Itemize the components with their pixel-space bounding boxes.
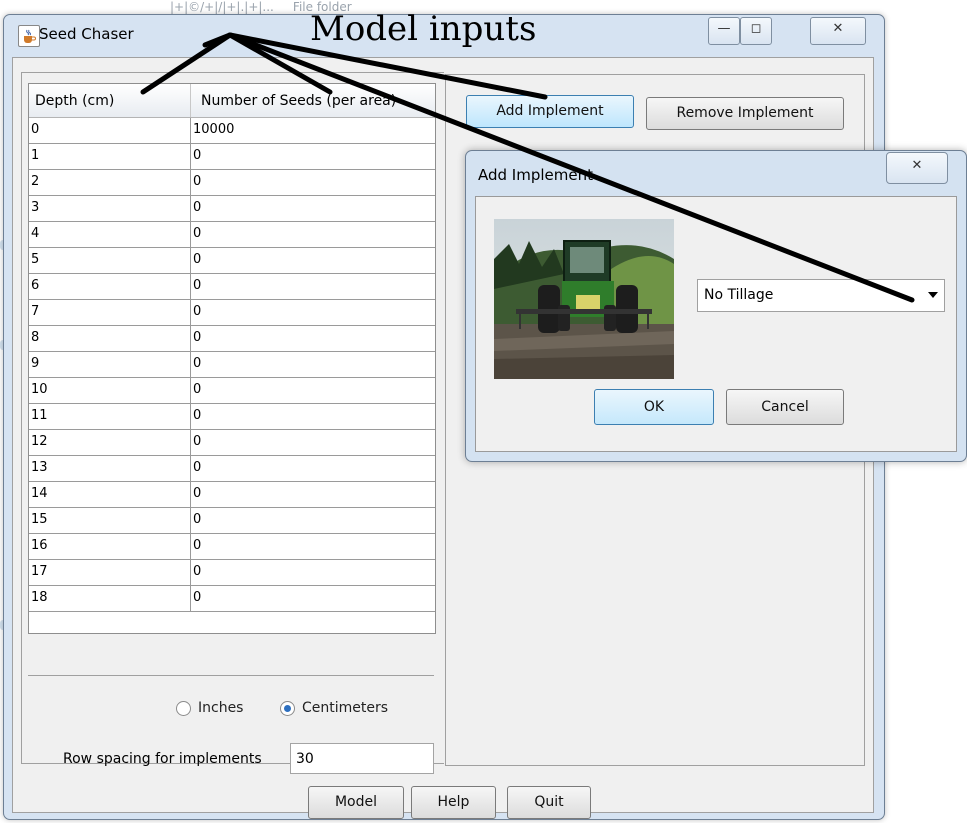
seeds-cell[interactable]: 0 bbox=[191, 430, 435, 455]
seeds-cell[interactable]: 0 bbox=[191, 404, 435, 429]
column-header-seeds[interactable]: Number of Seeds (per area) bbox=[191, 84, 435, 117]
seeds-cell[interactable]: 0 bbox=[191, 560, 435, 585]
depth-cell[interactable]: 5 bbox=[29, 248, 191, 273]
seeds-cell[interactable]: 0 bbox=[191, 196, 435, 221]
depth-cell[interactable]: 17 bbox=[29, 560, 191, 585]
options-box: Inches Centimeters Row spacing for imple… bbox=[28, 675, 434, 774]
maximize-button[interactable]: ◻ bbox=[740, 17, 772, 45]
depth-cell[interactable]: 3 bbox=[29, 196, 191, 221]
implement-select-value: No Tillage bbox=[704, 287, 774, 303]
table-row[interactable]: 30 bbox=[29, 196, 435, 222]
seeds-cell[interactable]: 0 bbox=[191, 326, 435, 351]
table-row[interactable]: 17 0 bbox=[29, 560, 435, 586]
maximize-icon: ◻ bbox=[750, 21, 762, 36]
column-header-depth[interactable]: Depth (cm) bbox=[29, 84, 191, 117]
depth-cell[interactable]: 10 bbox=[29, 378, 191, 403]
close-icon: ✕ bbox=[832, 21, 844, 36]
quit-button[interactable]: Quit bbox=[507, 786, 591, 819]
table-row[interactable]: 40 bbox=[29, 222, 435, 248]
window-title: Seed Chaser bbox=[39, 25, 134, 43]
cancel-button[interactable]: Cancel bbox=[726, 389, 844, 425]
table-row[interactable]: 80 bbox=[29, 326, 435, 352]
ok-button[interactable]: OK bbox=[594, 389, 714, 425]
minimize-icon: — bbox=[717, 21, 731, 36]
seeds-cell[interactable]: 0 bbox=[191, 222, 435, 247]
minimize-button[interactable]: — bbox=[708, 17, 740, 45]
seeds-cell[interactable]: 0 bbox=[191, 274, 435, 299]
radio-inches-label: Inches bbox=[198, 700, 244, 716]
depth-cell[interactable]: 9 bbox=[29, 352, 191, 377]
radio-centimeters-label: Centimeters bbox=[302, 700, 389, 716]
radio-centimeters-button[interactable] bbox=[280, 700, 295, 716]
depth-cell[interactable]: 13 bbox=[29, 456, 191, 481]
table-row[interactable]: 60 bbox=[29, 274, 435, 300]
model-button[interactable]: Model bbox=[308, 786, 404, 819]
seeds-cell[interactable]: 0 bbox=[191, 456, 435, 481]
depth-cell[interactable]: 16 bbox=[29, 534, 191, 559]
table-row[interactable]: 10 bbox=[29, 144, 435, 170]
seeds-cell[interactable]: 0 bbox=[191, 352, 435, 377]
radio-inches[interactable]: Inches bbox=[176, 700, 243, 716]
table-row[interactable]: 14 0 bbox=[29, 482, 435, 508]
close-icon: ✕ bbox=[911, 158, 923, 173]
table-row[interactable]: 90 bbox=[29, 352, 435, 378]
seed-depth-table[interactable]: Depth (cm) Number of Seeds (per area) 01… bbox=[28, 83, 436, 634]
radio-centimeters[interactable]: Centimeters bbox=[280, 700, 388, 716]
depth-cell[interactable]: 11 bbox=[29, 404, 191, 429]
help-button[interactable]: Help bbox=[411, 786, 496, 819]
table-body: 0 10000 1 0 2 0 3 0 4 0 5 0 6 0 7 0 8 0 9 0 10 0 11 0 12 0 13 0 14 0 1… bbox=[29, 118, 435, 612]
table-row[interactable]: 11 0 bbox=[29, 404, 435, 430]
depth-cell[interactable]: 0 bbox=[29, 118, 191, 143]
radio-inches-button[interactable] bbox=[176, 700, 191, 716]
seeds-cell[interactable]: 0 bbox=[191, 300, 435, 325]
add-implement-button[interactable]: Add Implement bbox=[466, 95, 634, 128]
depth-cell[interactable]: 2 bbox=[29, 170, 191, 195]
tractor-photo bbox=[494, 219, 674, 379]
chevron-down-icon[interactable] bbox=[928, 292, 938, 298]
depth-cell[interactable]: 6 bbox=[29, 274, 191, 299]
table-header: Depth (cm) Number of Seeds (per area) bbox=[29, 84, 435, 118]
depth-cell[interactable]: 15 bbox=[29, 508, 191, 533]
table-row[interactable]: 18 0 bbox=[29, 586, 435, 612]
table-row[interactable]: 70 bbox=[29, 300, 435, 326]
implement-select[interactable]: No Tillage bbox=[697, 279, 945, 312]
seeds-cell[interactable]: 10000 bbox=[191, 118, 435, 143]
dialog-close-button[interactable]: ✕ bbox=[886, 152, 948, 184]
seeds-cell[interactable]: 0 bbox=[191, 534, 435, 559]
add-implement-dialog: Add Implement ✕ No Tillage OK Cancel bbox=[465, 150, 967, 462]
depth-cell[interactable]: 12 bbox=[29, 430, 191, 455]
row-spacing-input[interactable]: 30 bbox=[290, 743, 434, 774]
depth-cell[interactable]: 7 bbox=[29, 300, 191, 325]
table-row[interactable]: 13 0 bbox=[29, 456, 435, 482]
depth-cell[interactable]: 1 bbox=[29, 144, 191, 169]
close-button[interactable]: ✕ bbox=[810, 17, 866, 45]
seeds-cell[interactable]: 0 bbox=[191, 170, 435, 195]
seeds-cell[interactable]: 0 bbox=[191, 482, 435, 507]
table-row[interactable]: 10 0 bbox=[29, 378, 435, 404]
depth-cell[interactable]: 18 bbox=[29, 586, 191, 611]
dialog-title: Add Implement bbox=[478, 166, 593, 184]
depth-cell[interactable]: 8 bbox=[29, 326, 191, 351]
seeds-cell[interactable]: 0 bbox=[191, 378, 435, 403]
table-row[interactable]: 0 10000 bbox=[29, 118, 435, 144]
table-row[interactable]: 20 bbox=[29, 170, 435, 196]
table-row[interactable]: 15 0 bbox=[29, 508, 435, 534]
depth-cell[interactable]: 4 bbox=[29, 222, 191, 247]
table-row[interactable]: 12 0 bbox=[29, 430, 435, 456]
depth-cell[interactable]: 14 bbox=[29, 482, 191, 507]
seeds-cell[interactable]: 0 bbox=[191, 248, 435, 273]
table-row[interactable]: 50 bbox=[29, 248, 435, 274]
row-spacing-label: Row spacing for implements bbox=[63, 751, 262, 767]
seeds-cell[interactable]: 0 bbox=[191, 586, 435, 611]
table-row[interactable]: 16 0 bbox=[29, 534, 435, 560]
java-cup-icon bbox=[18, 25, 40, 47]
bottom-button-bar: Model Help Quit bbox=[13, 776, 873, 819]
seeds-cell[interactable]: 0 bbox=[191, 144, 435, 169]
dialog-body: No Tillage OK Cancel bbox=[475, 196, 957, 452]
seeds-cell[interactable]: 0 bbox=[191, 508, 435, 533]
remove-implement-button[interactable]: Remove Implement bbox=[646, 97, 844, 130]
seed-table-panel: Depth (cm) Number of Seeds (per area) 01… bbox=[21, 72, 444, 774]
annotation-title: Model inputs bbox=[310, 9, 537, 49]
